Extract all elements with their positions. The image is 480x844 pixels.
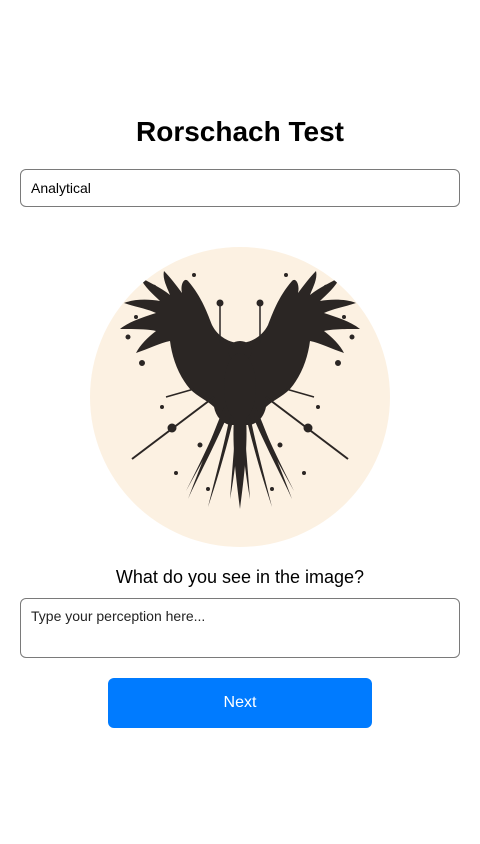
inkblot-right-half xyxy=(240,271,360,507)
question-prompt: What do you see in the image? xyxy=(115,567,365,587)
interpretation-style-select[interactable]: Analytical xyxy=(20,169,460,207)
perception-input[interactable] xyxy=(20,598,460,658)
rorschach-page: Rorschach Test Analytical What do you se… xyxy=(0,0,480,844)
inkblot-graphic xyxy=(120,271,360,509)
page-title: Rorschach Test xyxy=(136,116,344,147)
next-button[interactable]: Next xyxy=(108,678,372,728)
inkblot-left-half xyxy=(120,271,240,507)
inkblot-image xyxy=(90,247,390,547)
